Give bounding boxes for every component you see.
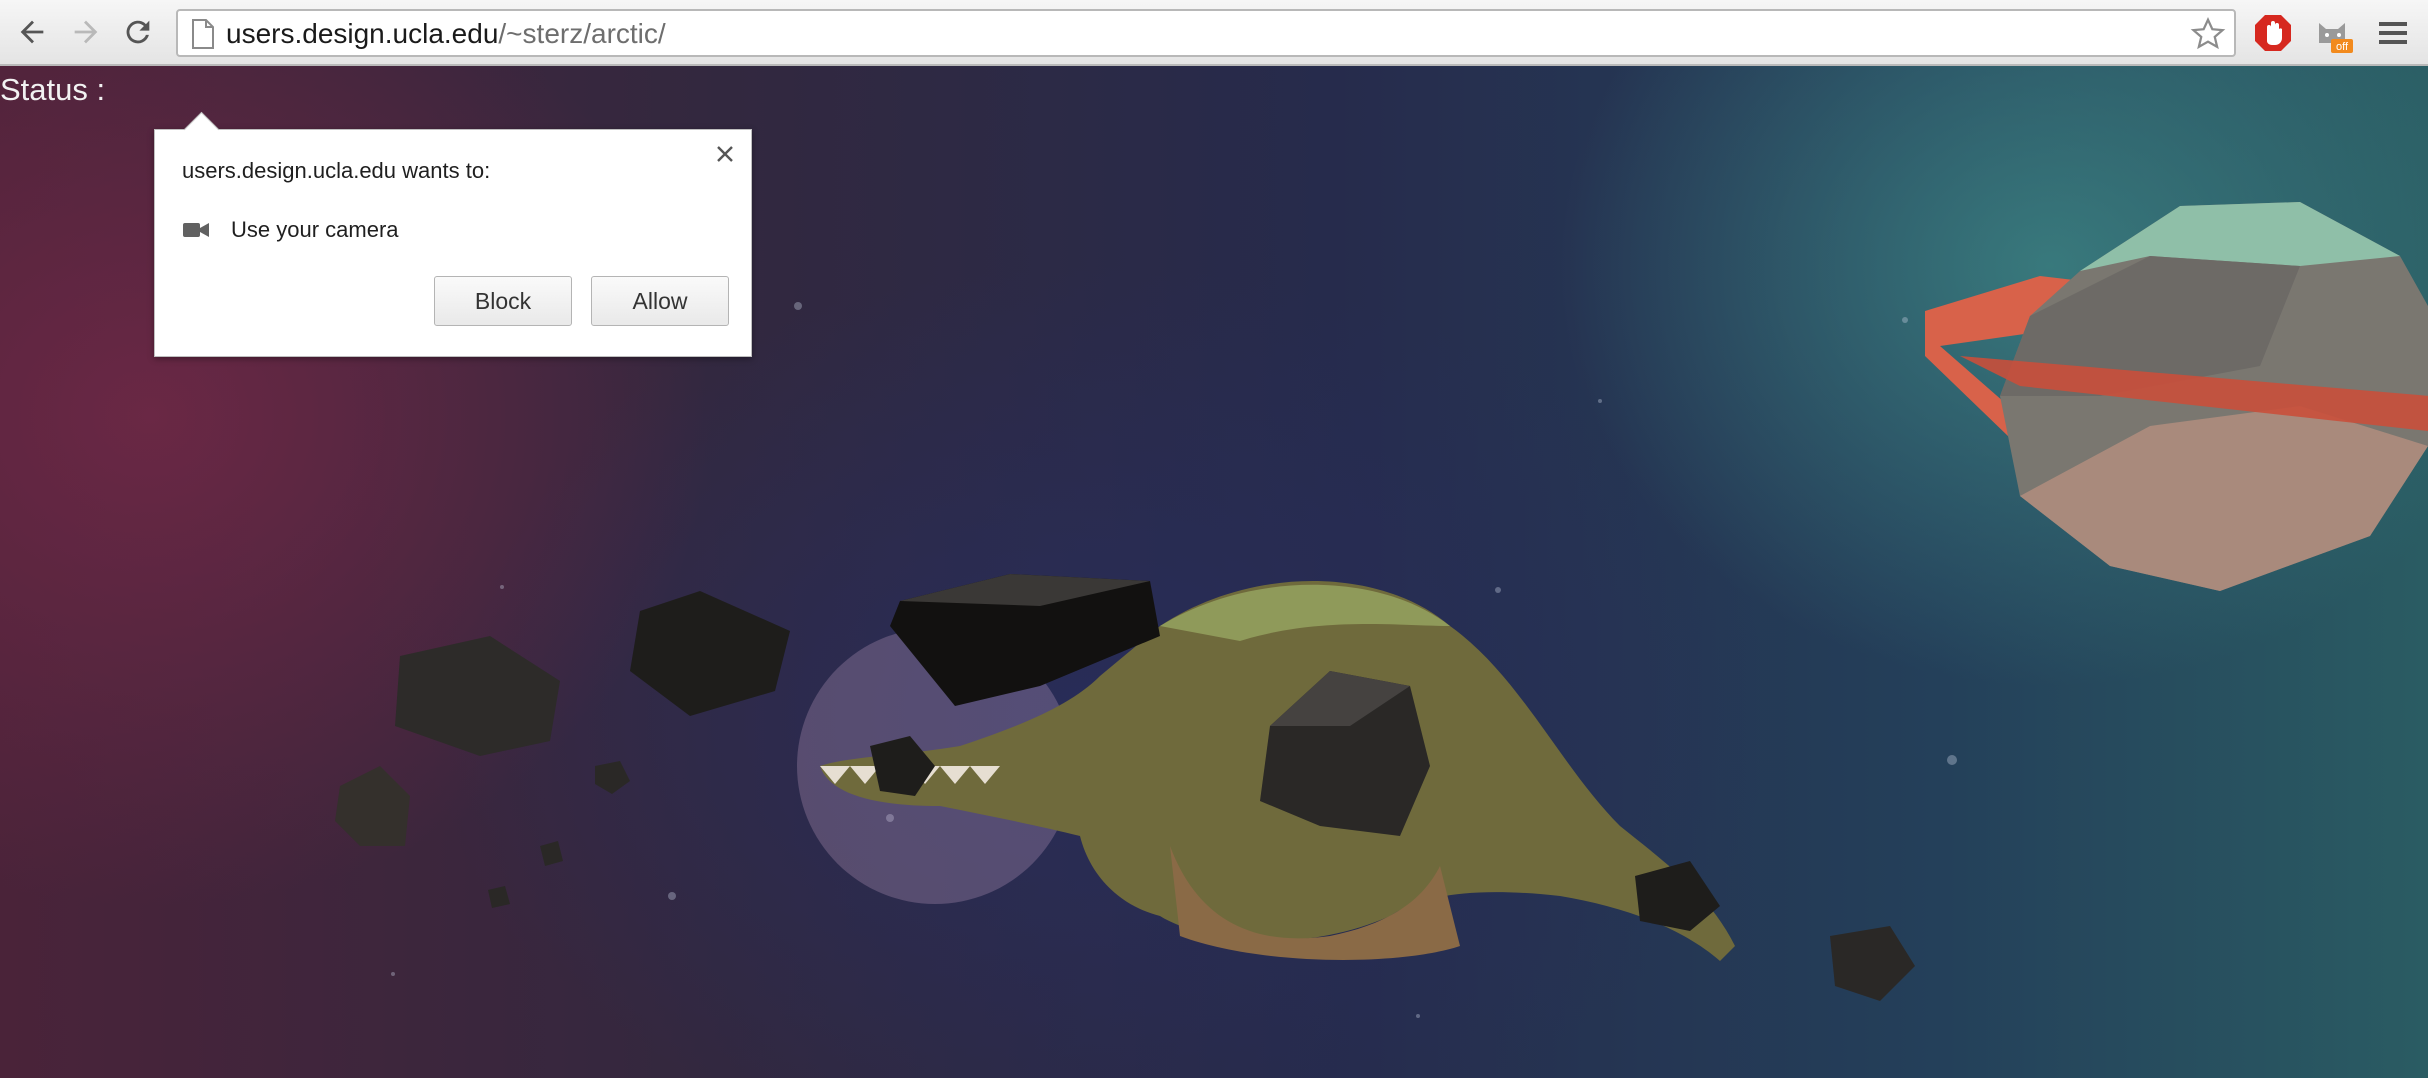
page-viewport: Status : users.design.ucla.edu wants to:… [0,66,2428,1078]
permission-request-text: Use your camera [231,217,399,242]
menu-icon[interactable] [2373,13,2413,53]
back-arrow-icon[interactable] [12,12,52,52]
close-icon[interactable] [713,142,737,166]
camera-permission-dialog: users.design.ucla.edu wants to: Use your… [154,111,752,357]
permission-title: users.design.ucla.edu wants to: [182,158,491,183]
adblock-stop-icon[interactable] [2253,13,2293,53]
address-bar[interactable]: users.design.ucla.edu/~sterz/arctic/ [176,9,2236,57]
ringed-planet [1925,202,2428,591]
browser-toolbar: users.design.ucla.edu/~sterz/arctic/ off [0,0,2428,66]
allow-button[interactable]: Allow [591,276,729,326]
url-text[interactable]: users.design.ucla.edu/~sterz/arctic/ [226,18,666,50]
status-label: Status : [0,72,106,107]
reload-icon[interactable] [118,12,158,52]
block-button[interactable]: Block [434,276,572,326]
bookmark-star-icon[interactable] [2190,16,2226,52]
forward-arrow-icon[interactable] [66,12,106,52]
cat-extension-icon[interactable]: off [2313,13,2353,53]
extension-badge: off [2336,41,2349,53]
camera-icon [183,223,209,237]
page-document-icon [192,19,214,49]
